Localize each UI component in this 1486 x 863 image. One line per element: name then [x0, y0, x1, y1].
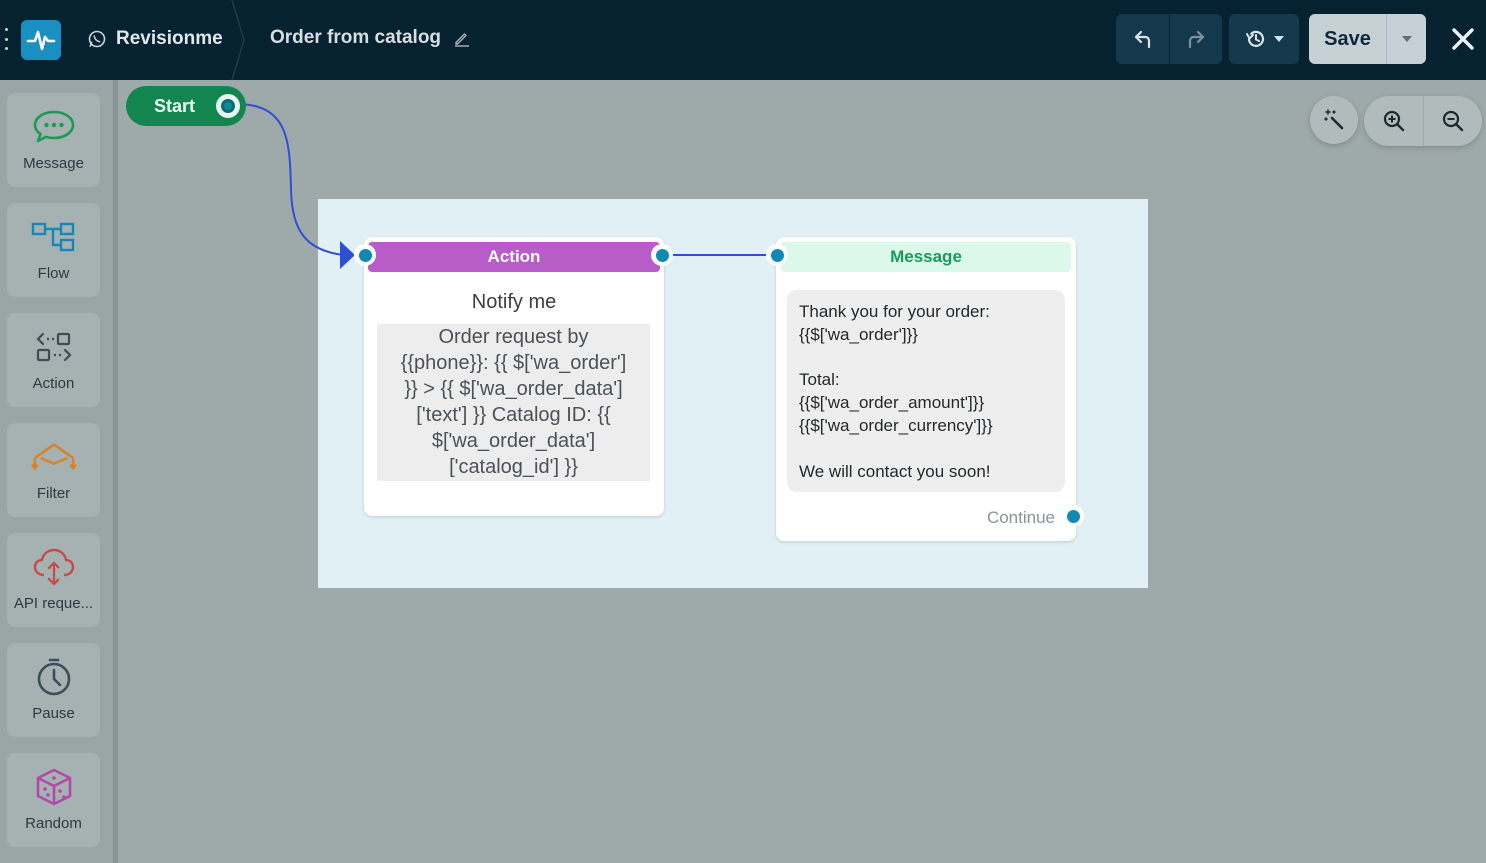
action-body-line: $['wa_order_data']	[431, 430, 596, 452]
undo-icon	[1134, 30, 1150, 49]
message-node-header: Message	[781, 242, 1071, 272]
zoom-out-icon	[1442, 110, 1464, 132]
action-node[interactable]: Action Notify me Order request by {{phon…	[364, 237, 664, 516]
breadcrumb-separator	[231, 0, 245, 80]
action-body-line: ['catalog_id'] }}	[449, 456, 578, 478]
zoom-controls	[1364, 96, 1482, 146]
flow-icon	[31, 222, 74, 252]
action-body-line: Order request by	[438, 326, 589, 348]
chevron-down-icon	[1401, 36, 1412, 42]
message-line: {{$['wa_order_currency']}}	[799, 415, 993, 435]
save-button[interactable]: Save	[1309, 14, 1387, 64]
message-bubble: Thank you for your order: {{$['wa_order'…	[787, 290, 1065, 492]
palette-item-label: Filter	[36, 485, 71, 502]
start-node[interactable]: Start	[126, 86, 246, 126]
message-icon	[33, 110, 74, 143]
action-node-title: Notify me	[471, 291, 557, 313]
message-line: {{$['wa_order_amount']}}	[799, 393, 985, 413]
dice-icon	[36, 768, 71, 806]
action-node-body: Order request by {{phone}}: {{ $['wa_ord…	[377, 324, 650, 481]
action-body-line: }} > {{ $['wa_order_data']	[404, 378, 623, 400]
palette-item-api-request[interactable]: API reque...	[7, 533, 100, 627]
chevron-down-icon	[1274, 36, 1284, 42]
project-switcher[interactable]: Revisionme	[87, 28, 223, 50]
zoom-out-button[interactable]	[1423, 96, 1482, 146]
auto-arrange-button[interactable]	[1310, 96, 1358, 144]
filter-icon	[30, 443, 77, 471]
magic-wand-icon	[1324, 109, 1344, 130]
edit-pencil-icon[interactable]	[453, 29, 471, 47]
action-output-port[interactable]	[651, 244, 673, 266]
app-logo[interactable]	[21, 20, 61, 60]
continue-label: Continue	[986, 508, 1055, 527]
redo-button[interactable]	[1170, 14, 1222, 64]
menu-kebab-icon[interactable]	[3, 28, 9, 50]
zoom-in-button[interactable]	[1364, 96, 1423, 146]
api-icon	[33, 548, 74, 586]
action-body-line: ['text'] }} Catalog ID: {{	[416, 404, 611, 426]
node-palette-sidebar: Message Flow Action Filter API reque... …	[0, 80, 118, 863]
palette-item-flow[interactable]: Flow	[7, 203, 100, 297]
action-body-line: {{phone}}: {{ $['wa_order']	[400, 352, 627, 374]
undo-button[interactable]	[1116, 14, 1169, 64]
project-name: Revisionme	[116, 28, 223, 49]
close-button[interactable]	[1448, 24, 1478, 54]
message-line: We will contact you soon!	[799, 461, 991, 481]
pause-clock-icon	[37, 658, 70, 696]
palette-item-action[interactable]: Action	[7, 313, 100, 407]
save-group: Save	[1309, 14, 1426, 64]
palette-item-label: Random	[25, 815, 82, 832]
continue-output-port[interactable]	[1062, 505, 1084, 527]
flow-title-text: Order from catalog	[270, 27, 442, 48]
palette-item-random[interactable]: Random	[7, 753, 100, 847]
message-input-port[interactable]	[766, 244, 788, 266]
message-line: Thank you for your order:	[799, 302, 990, 321]
action-icon	[35, 332, 72, 362]
palette-item-message[interactable]: Message	[7, 93, 100, 187]
whatsapp-icon	[88, 30, 106, 48]
action-node-header: Action	[368, 242, 660, 272]
top-bar: Revisionme Order from catalog Save	[0, 0, 1486, 80]
palette-item-label: Action	[32, 375, 75, 392]
palette-item-label: Pause	[32, 705, 75, 722]
history-button[interactable]	[1229, 14, 1299, 64]
close-icon	[1452, 28, 1474, 50]
palette-item-label: Message	[23, 155, 84, 172]
palette-item-label: API reque...	[13, 595, 94, 612]
start-label: Start	[154, 95, 196, 116]
zoom-in-icon	[1383, 110, 1404, 132]
redo-icon	[1188, 30, 1205, 49]
save-options-button[interactable]	[1387, 14, 1426, 64]
message-node[interactable]: Message Thank you for your order: {{$['w…	[776, 237, 1076, 541]
palette-item-label: Flow	[37, 265, 70, 282]
action-input-port[interactable]	[354, 244, 376, 266]
history-icon	[1246, 30, 1265, 47]
start-output-port[interactable]	[216, 94, 240, 118]
flow-title[interactable]: Order from catalog	[270, 27, 471, 49]
pulse-icon	[26, 30, 56, 51]
palette-item-filter[interactable]: Filter	[7, 423, 100, 517]
palette-item-pause[interactable]: Pause	[7, 643, 100, 737]
message-line: Total:	[799, 370, 840, 390]
message-line: {{$['wa_order']}}	[799, 324, 918, 344]
